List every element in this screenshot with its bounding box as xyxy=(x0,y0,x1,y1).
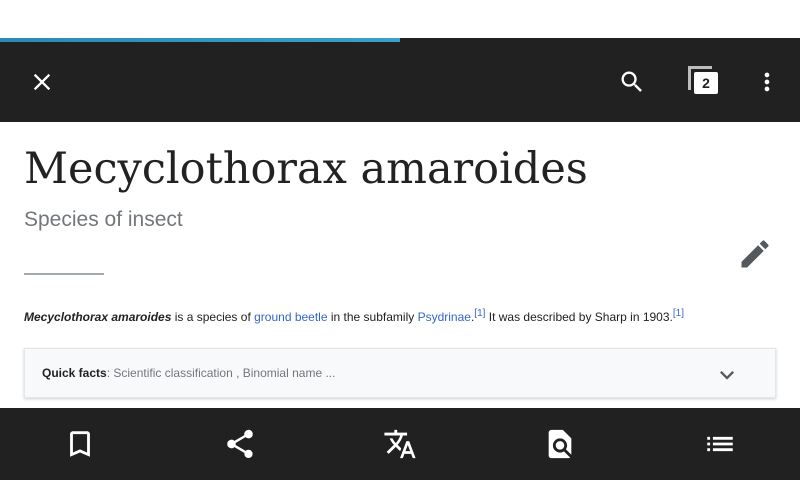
expand-quick-facts-button[interactable] xyxy=(713,361,741,389)
link-ground-beetle[interactable]: ground beetle xyxy=(254,310,327,324)
chevron-down-icon xyxy=(720,371,734,380)
share-icon xyxy=(227,429,253,459)
translate-icon xyxy=(384,429,416,459)
link-psydrinae[interactable]: Psydrinae xyxy=(418,310,471,324)
search-icon xyxy=(621,71,642,92)
contents-icon xyxy=(707,436,733,452)
edit-description-button[interactable] xyxy=(733,232,777,276)
page-title: Mecyclothorax amaroides xyxy=(24,144,588,194)
bookmark-icon xyxy=(70,431,90,457)
close-button[interactable] xyxy=(18,58,66,106)
reference-link-1[interactable]: [1] xyxy=(474,308,485,319)
tab-count: 2 xyxy=(694,72,718,94)
close-icon xyxy=(33,73,51,91)
share-button[interactable] xyxy=(160,408,320,480)
quick-facts-panel[interactable]: Quick facts: Scientific classification ,… xyxy=(24,348,776,398)
overflow-menu-button[interactable] xyxy=(743,58,791,106)
find-in-page-button[interactable] xyxy=(480,408,640,480)
quick-facts-text: Quick facts: Scientific classification ,… xyxy=(42,366,335,380)
find-in-page-icon xyxy=(548,429,572,459)
bottom-action-bar xyxy=(0,408,800,480)
top-toolbar: 2 xyxy=(0,42,800,122)
table-of-contents-button[interactable] xyxy=(640,408,800,480)
quick-facts-summary: : Scientific classification , Binomial n… xyxy=(106,366,336,380)
page-description: Species of insect xyxy=(24,208,183,231)
pencil-icon xyxy=(741,240,769,268)
tabs-icon: 2 xyxy=(688,66,720,98)
title-divider xyxy=(24,273,104,275)
lead-paragraph: Mecyclothorax amaroides is a species of … xyxy=(24,308,684,324)
lead-subject: Mecyclothorax amaroides xyxy=(24,310,172,324)
change-language-button[interactable] xyxy=(320,408,480,480)
status-area xyxy=(0,0,800,38)
quick-facts-label: Quick facts xyxy=(42,366,107,380)
search-button[interactable] xyxy=(608,58,656,106)
save-bookmark-button[interactable] xyxy=(0,408,160,480)
tabs-button[interactable]: 2 xyxy=(680,58,728,106)
reference-link-2[interactable]: [1] xyxy=(673,308,684,319)
more-vert-icon xyxy=(764,72,770,92)
article-content: Mecyclothorax amaroides Species of insec… xyxy=(0,122,800,408)
